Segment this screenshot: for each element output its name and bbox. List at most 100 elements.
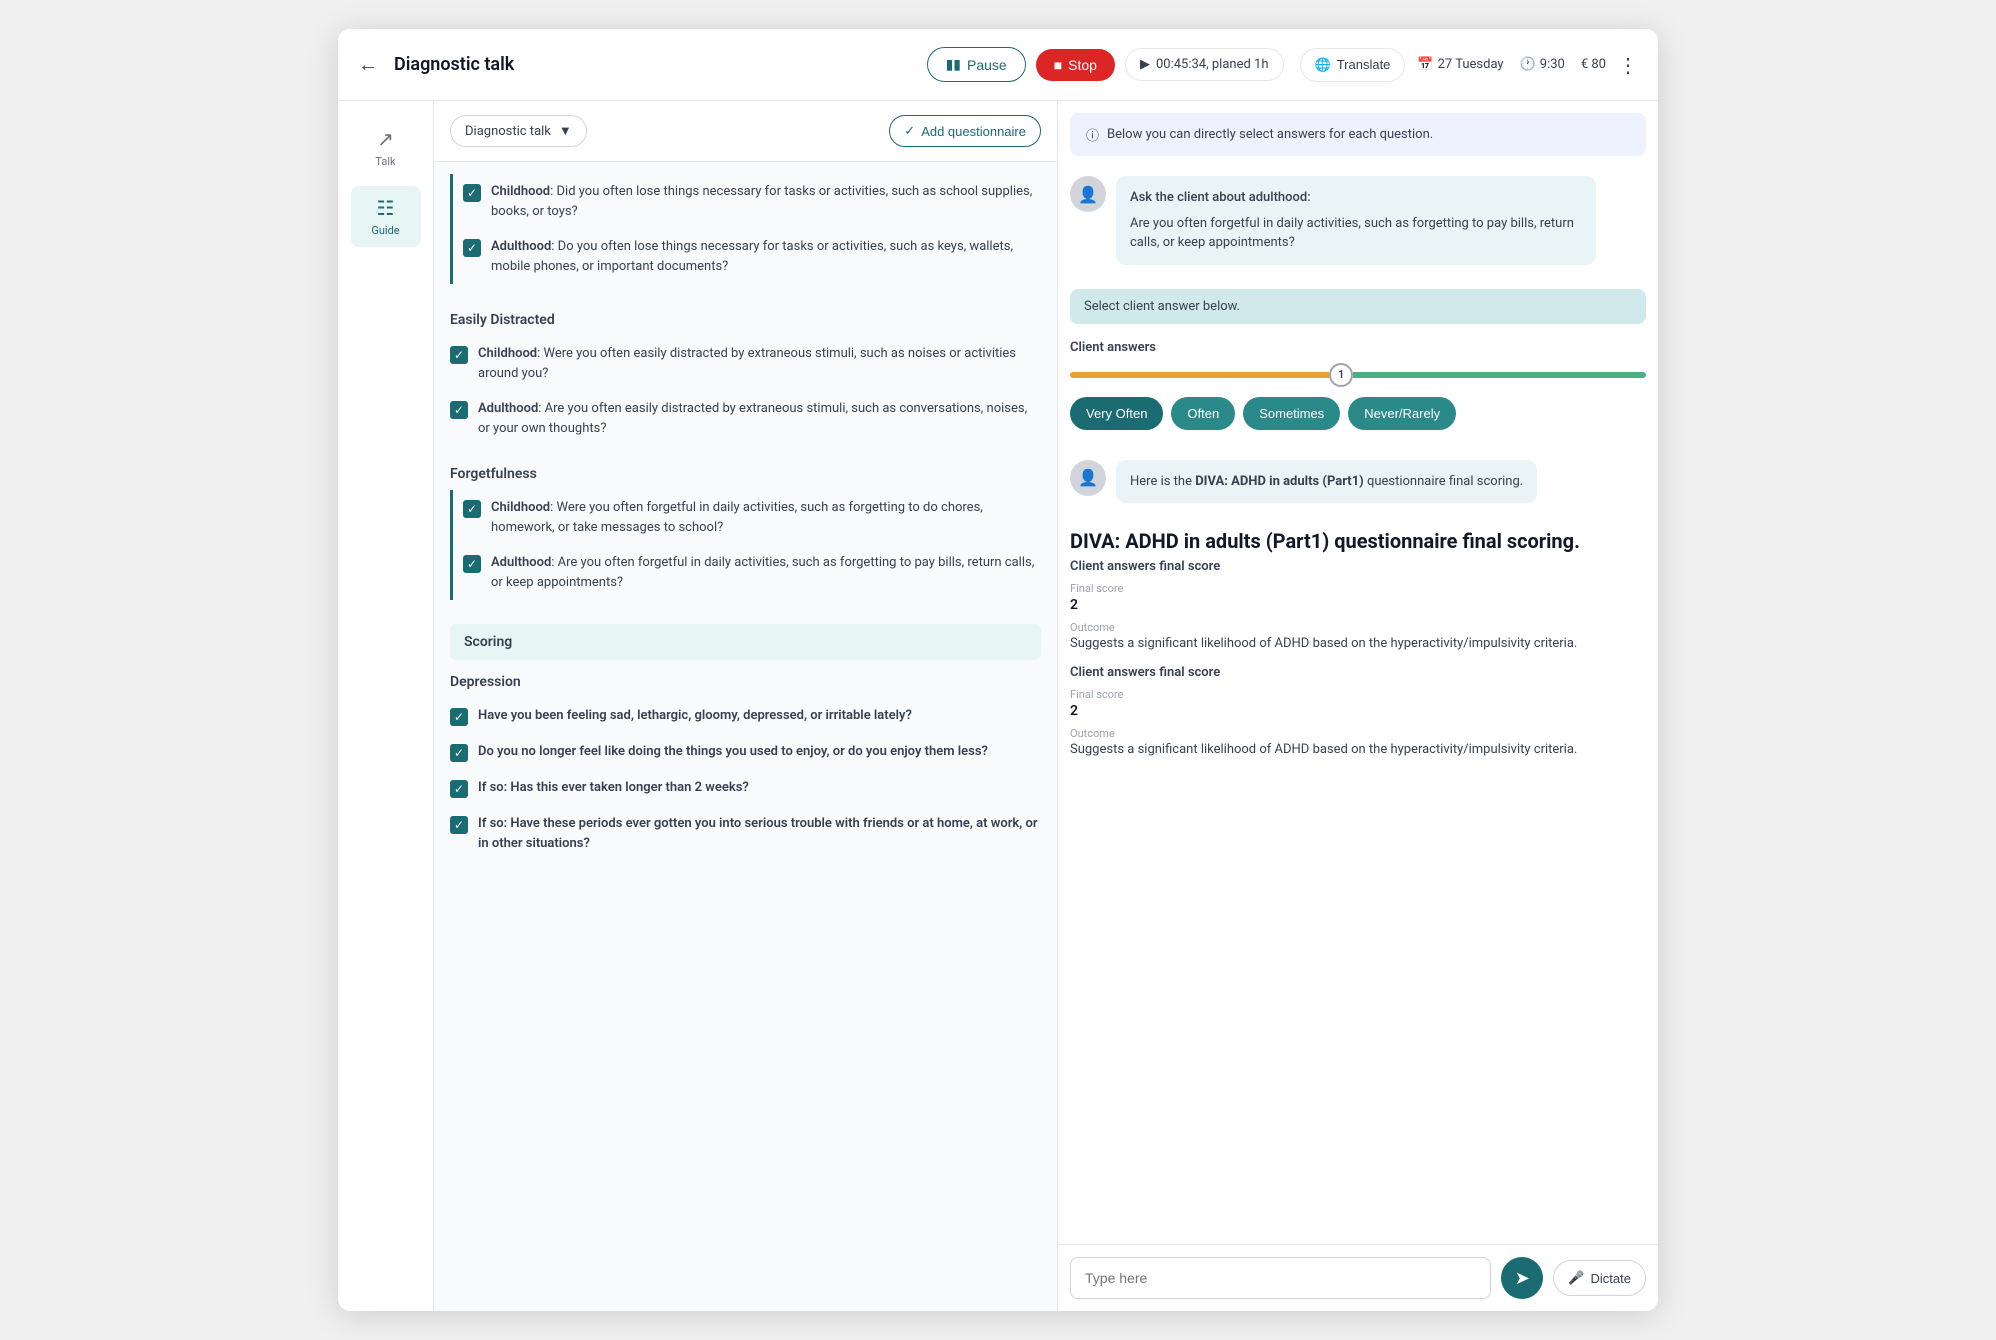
question-text: If so: Have these periods ever gotten yo… (478, 814, 1041, 853)
pause-icon: ▮▮ (946, 56, 961, 73)
depression-section: Depression Have you been feeling sad, le… (434, 664, 1057, 873)
send-icon: ➤ (1515, 1268, 1530, 1289)
scoring-section-header: Scoring (450, 624, 1041, 660)
clock-icon: 🕐 (1520, 57, 1536, 72)
list-item: Do you no longer feel like doing the thi… (450, 734, 1041, 770)
question-text: Childhood: Were you often easily distrac… (478, 344, 1041, 383)
outcome-label-2: Outcome (1070, 727, 1646, 740)
question-text: Are you often forgetful in daily activit… (1130, 214, 1582, 253)
question-label: Ask the client about adulthood: (1130, 188, 1582, 208)
send-button[interactable]: ➤ (1501, 1257, 1543, 1299)
often-button[interactable]: Often (1171, 397, 1235, 430)
header-meta: 📅 27 Tuesday 🕐 9:30 € 80 (1417, 57, 1606, 72)
outcome-label-1: Outcome (1070, 621, 1646, 634)
list-item: If so: Has this ever taken longer than 2… (450, 770, 1041, 806)
checkbox-adulthood-lt[interactable] (463, 239, 481, 257)
question-text: Adulthood: Are you often easily distract… (478, 399, 1041, 438)
score-block-2: Final score 2 Outcome Suggests a signifi… (1070, 688, 1646, 757)
header-controls: ▮▮ Pause ■ Stop ▶ 00:45:34, planed 1h (927, 47, 1284, 82)
input-area: ➤ 🎤 Dictate (1058, 1244, 1658, 1311)
checkbox-adulthood-ed[interactable] (450, 401, 468, 419)
header-title: Diagnostic talk (394, 54, 911, 75)
list-item: If so: Have these periods ever gotten yo… (450, 806, 1041, 861)
question-text: Have you been feeling sad, lethargic, gl… (478, 706, 912, 726)
message-input[interactable] (1070, 1257, 1491, 1299)
pause-button[interactable]: ▮▮ Pause (927, 47, 1026, 82)
never-rarely-button[interactable]: Never/Rarely (1348, 397, 1456, 430)
select-answer-prompt: Select client answer below. (1070, 289, 1646, 324)
scoring-bubble: 👤 Here is the DIVA: ADHD in adults (Part… (1070, 460, 1646, 504)
sidebar-item-talk[interactable]: ↗ Talk (351, 117, 421, 178)
checkbox-childhood-ed[interactable] (450, 346, 468, 364)
final-score-value-2: 2 (1070, 703, 1646, 719)
header: ← Diagnostic talk ▮▮ Pause ■ Stop ▶ 00:4… (338, 29, 1658, 101)
checkbox-dep-4[interactable] (450, 816, 468, 834)
app-window: ← Diagnostic talk ▮▮ Pause ■ Stop ▶ 00:4… (338, 29, 1658, 1311)
score-block-1: Final score 2 Outcome Suggests a signifi… (1070, 582, 1646, 651)
translate-button[interactable]: 🌐 Translate (1300, 48, 1406, 82)
section-header-easily-distracted: Easily Distracted (450, 304, 1041, 336)
avatar-scoring: 👤 (1070, 460, 1106, 496)
chevron-down-icon: ▼ (559, 123, 572, 139)
chat-area: 👤 Ask the client about adulthood: Are yo… (1058, 168, 1658, 283)
depression-header: Depression (450, 664, 1041, 698)
question-bubble: 👤 Ask the client about adulthood: Are yo… (1070, 176, 1646, 265)
checkbox-adulthood-f[interactable] (463, 555, 481, 573)
progress-bar: 1 (1070, 363, 1646, 387)
outcome-text-1: Suggests a significant likelihood of ADH… (1070, 636, 1646, 651)
list-item: Adulthood: Are you often easily distract… (450, 391, 1041, 446)
checkbox-childhood-f[interactable] (463, 500, 481, 518)
stop-icon: ■ (1054, 57, 1062, 73)
time-display: 🕐 9:30 (1520, 57, 1565, 72)
play-icon: ▶ (1140, 57, 1150, 72)
list-item: Childhood: Were you often easily distrac… (450, 336, 1041, 391)
list-item: Adulthood: Do you often lose things nece… (463, 229, 1041, 284)
left-panel-content: Childhood: Did you often lose things nec… (434, 162, 1057, 1311)
left-panel-toolbar: Diagnostic talk ▼ ✓ Add questionnaire (434, 101, 1057, 162)
microphone-icon: 🎤 (1568, 1270, 1584, 1286)
question-text: Childhood: Were you often forgetful in d… (491, 498, 1041, 537)
losing-things-section: Childhood: Did you often lose things nec… (434, 174, 1057, 304)
add-questionnaire-button[interactable]: ✓ Add questionnaire (889, 115, 1041, 147)
info-banner: ⓘ Below you can directly select answers … (1070, 113, 1646, 156)
question-text: Adulthood: Do you often lose things nece… (491, 237, 1041, 276)
bubble-content: Ask the client about adulthood: Are you … (1116, 176, 1596, 265)
checkbox-dep-2[interactable] (450, 744, 468, 762)
question-text: If so: Has this ever taken longer than 2… (478, 778, 749, 798)
more-options-button[interactable]: ⋮ (1618, 53, 1638, 77)
list-item: Adulthood: Are you often forgetful in da… (463, 545, 1041, 600)
guide-icon: ☷ (377, 196, 395, 220)
talk-icon: ↗ (377, 127, 394, 151)
progress-left (1070, 372, 1329, 378)
checkbox-dep-1[interactable] (450, 708, 468, 726)
stop-button[interactable]: ■ Stop (1036, 49, 1115, 81)
scoring-bubble-content: Here is the DIVA: ADHD in adults (Part1)… (1116, 460, 1537, 504)
main-layout: ↗ Talk ☷ Guide Diagnostic talk ▼ ✓ Add q… (338, 101, 1658, 1311)
back-button[interactable]: ← (358, 52, 378, 77)
question-text: Childhood: Did you often lose things nec… (491, 182, 1041, 221)
timer-badge: ▶ 00:45:34, planed 1h (1125, 48, 1284, 81)
final-score-label-2: Final score (1070, 688, 1646, 701)
calendar-icon: 📅 (1417, 57, 1433, 72)
losing-things-items: Childhood: Did you often lose things nec… (450, 174, 1041, 284)
section-header-forgetfulness: Forgetfulness (450, 458, 1041, 490)
questionnaire-dropdown[interactable]: Diagnostic talk ▼ (450, 115, 587, 147)
easily-distracted-section: Easily Distracted Childhood: Were you of… (434, 304, 1057, 458)
plus-icon: ✓ (904, 123, 915, 139)
info-icon: ⓘ (1086, 125, 1099, 144)
dictate-button[interactable]: 🎤 Dictate (1553, 1260, 1646, 1296)
cost-display: € 80 (1581, 57, 1606, 72)
checkbox-childhood-lt[interactable] (463, 184, 481, 202)
checkbox-dep-3[interactable] (450, 780, 468, 798)
very-often-button[interactable]: Very Often (1070, 397, 1163, 430)
progress-right (1353, 372, 1646, 378)
avatar: 👤 (1070, 176, 1106, 212)
right-panel: ⓘ Below you can directly select answers … (1058, 101, 1658, 1311)
sometimes-button[interactable]: Sometimes (1243, 397, 1340, 430)
answer-buttons-group: Very Often Often Sometimes Never/Rarely (1070, 397, 1646, 430)
header-right: 🌐 Translate 📅 27 Tuesday 🕐 9:30 € 80 ⋮ (1300, 48, 1638, 82)
final-score-label-1: Final score (1070, 582, 1646, 595)
question-text: Do you no longer feel like doing the thi… (478, 742, 988, 762)
outcome-text-2: Suggests a significant likelihood of ADH… (1070, 742, 1646, 757)
sidebar-item-guide[interactable]: ☷ Guide (351, 186, 421, 247)
